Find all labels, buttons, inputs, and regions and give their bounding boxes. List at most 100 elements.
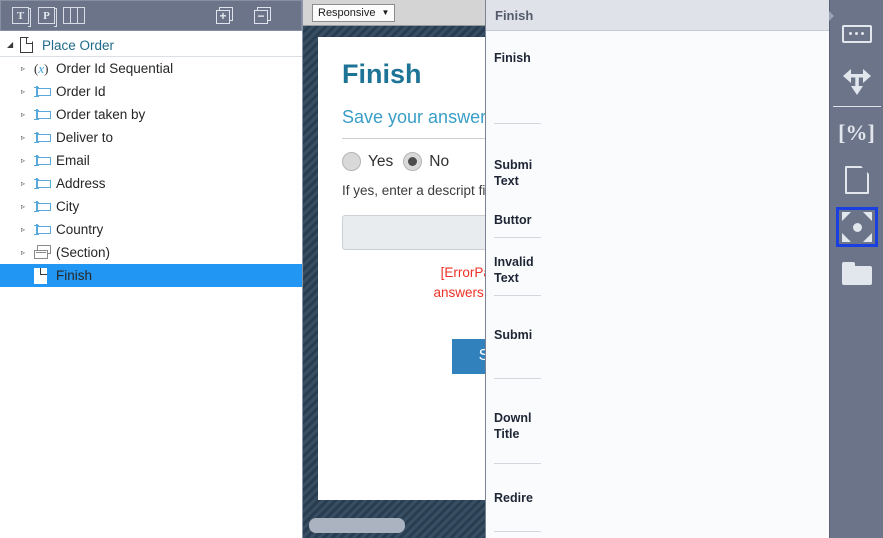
tree-item-label: Email [56,153,90,168]
tree-item-icon [34,131,56,145]
field-icon [34,108,52,122]
properties-panel: Finish Finish Submi Text Buttor Invalid Text S… [486,0,883,538]
property-divider [494,463,541,464]
property-label-finish: Finish [494,51,531,65]
device-mode-label: Responsive [318,6,376,19]
page-view-icon[interactable]: P [38,7,57,27]
property-label-redire: Redire [494,491,533,505]
tree-item-place-order[interactable]: ◢ Place Order [0,34,302,57]
preview-stage: Finish Save your answer later? Yes No [303,26,485,538]
collapse-all-icon[interactable]: − [254,6,274,25]
submit-button[interactable]: Subm [452,338,485,374]
tree-item-icon: (x) [34,61,56,77]
radio-no-label: No [429,152,450,170]
folder-icon [841,262,872,285]
tree-item-section[interactable]: ▹ (Section) [0,241,302,264]
radio-option-no[interactable]: No [403,152,450,172]
radio-group: Yes No [342,152,485,172]
tree-item-icon [34,177,56,191]
tree-twisty-icon[interactable]: ▹ [21,133,34,142]
rail-item-folder[interactable] [830,250,883,297]
properties-body: Finish Submi Text Buttor Invalid Text Submi Dow… [486,31,883,538]
tree-item-order-id[interactable]: ▹ Order Id [0,80,302,103]
ellipsis-icon [841,24,872,43]
tree-item-finish[interactable]: Finish [0,264,302,287]
rail-divider [832,106,881,107]
property-divider [494,295,541,296]
field-icon [34,200,52,214]
radio-yes-label: Yes [368,152,394,170]
tree-item-icon [34,245,56,260]
tree-item-email[interactable]: ▹ Email [0,149,302,172]
tree-item-label: Order Id [56,84,106,99]
property-label-text: Text [494,271,519,285]
property-label-text: Text [494,174,519,188]
tree-item-order-id-sequential[interactable]: ▹ (x) Order Id Sequential [0,57,302,80]
rail-item-actions[interactable] [830,203,883,250]
tree-twisty-icon[interactable]: ▹ [21,156,34,165]
tree-twisty-icon[interactable]: ▹ [21,248,34,257]
section-icon [34,245,52,260]
form-help-line2: file [478,183,485,199]
variable-icon: (x) [34,60,49,76]
tree-item-label: Order Id Sequential [56,61,174,76]
columns-view-icon[interactable] [63,7,85,24]
expand-all-glyph: + [219,8,227,23]
property-label-title: Title [494,427,520,441]
rail-item-document[interactable] [830,156,883,203]
tree-item-label: Country [56,222,104,237]
tree-toolbar: T P + − [0,0,302,31]
radio-option-yes[interactable]: Yes [342,152,394,172]
tree-twisty-icon[interactable]: ◢ [7,41,20,49]
tree-twisty-icon[interactable]: ▹ [21,225,34,234]
form-error-message: [ErrorPage] page answers. Please co cont… [342,263,485,322]
tree-item-order-taken-by[interactable]: ▹ Order taken by [0,103,302,126]
tree-item-label: Order taken by [56,107,146,122]
tree-item-city[interactable]: ▹ City [0,195,302,218]
tree-item-label: Place Order [42,37,115,53]
tree-item-label: Address [56,176,106,191]
field-icon [34,85,52,99]
rail-item-calculation[interactable]: [%] [830,109,883,156]
property-label-buttor: Buttor [494,213,532,227]
expand-all-icon[interactable]: + [216,6,236,25]
tree-twisty-icon[interactable]: ▹ [21,64,34,73]
form-question: Save your answer later? [342,106,485,140]
radio-no-icon[interactable] [403,152,423,172]
properties-tab-finish[interactable]: Finish [486,8,533,23]
tree-item-icon [34,267,56,284]
field-icon [34,223,52,237]
tree-item-country[interactable]: ▹ Country [0,218,302,241]
chevron-down-icon: ▼ [381,8,390,17]
device-mode-select[interactable]: Responsive ▼ [312,3,396,22]
tree-twisty-icon[interactable]: ▹ [21,179,34,188]
nodes-burst-icon [841,211,872,242]
page-tree: ◢ Place Order ▹ (x) Order Id Sequential ▹ Orde… [0,31,302,538]
tree-item-label: Deliver to [56,130,114,145]
page-icon [34,267,47,284]
percent-brackets-icon: [%] [838,119,875,145]
tree-item-deliver-to[interactable]: ▹ Deliver to [0,126,302,149]
form-error-line1: [ErrorPage] page [440,265,485,281]
tree-item-icon [34,223,56,237]
rail-item-merge[interactable] [830,57,883,104]
form-preview-panel: Responsive ▼ Finish Save your answer lat… [303,0,486,538]
properties-header: Finish [486,0,883,31]
property-divider [494,378,541,379]
description-input[interactable] [342,215,485,251]
text-view-icon[interactable]: T [12,7,31,27]
collapse-all-glyph: − [257,8,265,23]
radio-yes-icon[interactable] [342,152,361,172]
field-icon [34,154,52,168]
tree-twisty-icon[interactable]: ▹ [21,87,34,96]
form-question-line1: Save your answer [342,107,485,127]
preview-horizontal-scrollbar[interactable] [309,518,405,533]
tree-item-address[interactable]: ▹ Address [0,172,302,195]
merge-arrows-icon [842,68,871,95]
tree-twisty-icon[interactable]: ▹ [21,110,34,119]
tree-item-label: City [56,199,80,214]
tree-twisty-icon[interactable]: ▹ [21,202,34,211]
field-icon [34,177,52,191]
form-card: Finish Save your answer later? Yes No [318,37,485,500]
rail-item-ellipsis[interactable] [830,10,883,57]
